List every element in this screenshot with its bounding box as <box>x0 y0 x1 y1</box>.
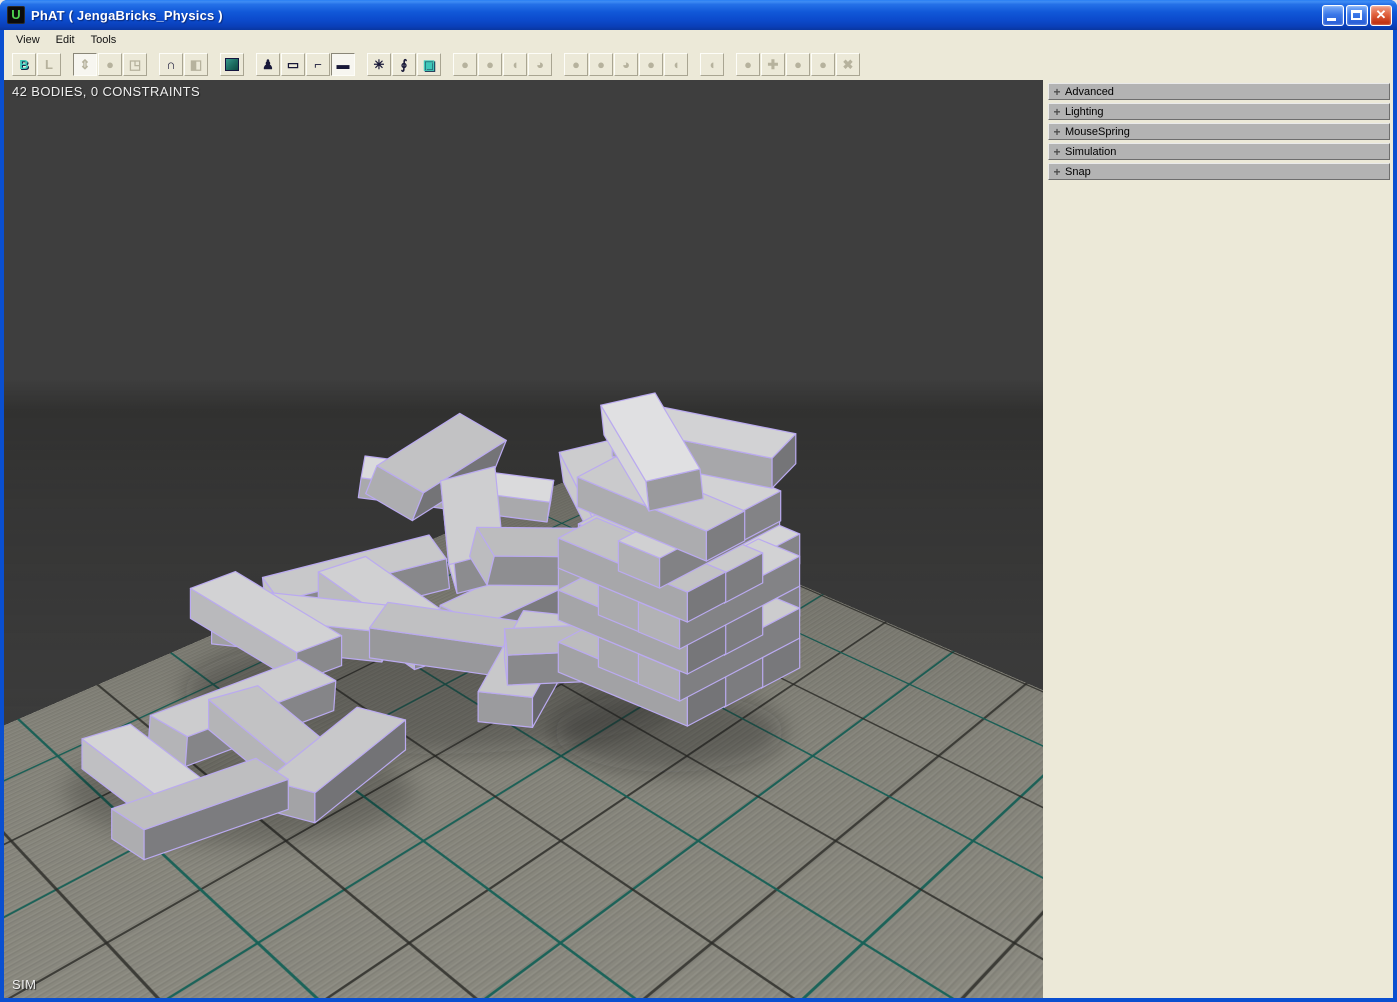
enable-collision-button[interactable]: ● <box>478 53 502 76</box>
convert-prismatic-icon: ● <box>794 58 802 71</box>
section-label: Advanced <box>1065 86 1114 98</box>
expand-icon[interactable]: + <box>1049 105 1065 119</box>
snap-constraint-button[interactable]: ✖ <box>836 53 860 76</box>
menu-tools[interactable]: Tools <box>83 32 125 48</box>
add-sphere-button[interactable]: ◕ <box>528 53 552 76</box>
convert-prismatic-button[interactable]: ● <box>786 53 810 76</box>
body-mode-icon: B <box>19 58 28 71</box>
snap-icon: ∩ <box>166 58 175 71</box>
draw-collision-button[interactable]: ▬ <box>331 53 355 76</box>
scale-icon: ◳ <box>129 58 141 71</box>
copy-properties-button[interactable]: ◧ <box>184 53 208 76</box>
section-header-lighting[interactable]: +Lighting <box>1048 103 1390 120</box>
properties-panel: +Advanced+Lighting+MouseSpring+Simulatio… <box>1046 80 1393 998</box>
scale-primitive-button[interactable]: ◖ <box>664 53 688 76</box>
add-sphyl-button[interactable]: ● <box>564 53 588 76</box>
expand-icon[interactable]: + <box>1049 165 1065 179</box>
menu-view[interactable]: View <box>8 32 48 48</box>
toolbar: B L ⇕ ● ◳ ∩ ◧ ♟ ▭ ⌐ ▬ ✳ ∮ ▣ ● ● ◖ ◕ ● ● ◕ ● ◖ ◖ ● ✚ ● ● ✖ <box>4 49 1393 80</box>
disable-collision-icon: ● <box>461 58 469 71</box>
show-com-icon: ▣ <box>423 58 435 71</box>
title-bar[interactable]: U PhAT ( JengaBricks_Physics ) ✕ <box>0 0 1397 30</box>
expand-icon[interactable]: + <box>1049 85 1065 99</box>
translate-icon: ⇕ <box>80 58 91 71</box>
show-influences-icon: ✳ <box>374 58 385 71</box>
window-title: PhAT ( JengaBricks_Physics ) <box>31 8 223 23</box>
snap-constraint-icon: ✖ <box>843 58 854 71</box>
phat-window: U PhAT ( JengaBricks_Physics ) ✕ ViewEdi… <box>0 0 1397 1002</box>
maximize-button[interactable] <box>1346 5 1368 26</box>
simulate-icon <box>225 58 239 71</box>
draw-wireframe-icon: ▭ <box>287 58 299 71</box>
translate-button[interactable]: ⇕ <box>73 53 97 76</box>
rotate-button[interactable]: ● <box>98 53 122 76</box>
expand-icon[interactable]: + <box>1049 145 1065 159</box>
body-mode-button[interactable]: B <box>12 53 36 76</box>
draw-wireframe-button[interactable]: ▭ <box>281 53 305 76</box>
sim-status-label: SIM <box>12 977 36 992</box>
simulate-button[interactable] <box>220 53 244 76</box>
viewport-3d[interactable]: 42 BODIES, 0 CONSTRAINTS SIM <box>4 80 1043 998</box>
unrealed-logo-icon: U <box>7 6 25 24</box>
menu-bar: ViewEditTools <box>4 30 1393 49</box>
show-com-button[interactable]: ▣ <box>417 53 441 76</box>
convert-skeletal-button[interactable]: ● <box>811 53 835 76</box>
maximize-icon <box>1351 10 1362 20</box>
disable-collision-button[interactable]: ● <box>453 53 477 76</box>
duplicate-primitive-icon: ◕ <box>622 58 630 71</box>
convert-bsjoint-icon: ● <box>744 58 752 71</box>
expand-icon[interactable]: + <box>1049 125 1065 139</box>
convert-bsjoint-button[interactable]: ● <box>736 53 760 76</box>
section-label: Simulation <box>1065 146 1116 158</box>
section-header-snap[interactable]: +Snap <box>1048 163 1390 180</box>
scale-primitive-icon: ◖ <box>672 58 680 71</box>
menu-edit[interactable]: Edit <box>48 32 83 48</box>
draw-collision-icon: ▬ <box>337 58 350 71</box>
convert-skeletal-icon: ● <box>819 58 827 71</box>
reset-constraint-icon: ◖ <box>708 58 716 71</box>
constraint-mode-icon: L <box>45 58 53 71</box>
section-label: Lighting <box>1065 106 1104 118</box>
convert-hinge-button[interactable]: ✚ <box>761 53 785 76</box>
section-label: MouseSpring <box>1065 126 1130 138</box>
section-header-simulation[interactable]: +Simulation <box>1048 143 1390 160</box>
delete-primitive-icon: ● <box>647 58 655 71</box>
add-box-icon: ● <box>597 58 605 71</box>
minimize-icon <box>1327 18 1336 21</box>
add-sphyl-icon: ● <box>572 58 580 71</box>
draw-constraints-button[interactable]: ⌐ <box>306 53 330 76</box>
close-button[interactable]: ✕ <box>1370 5 1392 26</box>
delete-primitive-button[interactable]: ● <box>639 53 663 76</box>
bodies-constraints-count: 42 BODIES, 0 CONSTRAINTS <box>12 84 200 99</box>
constraint-mode-button[interactable]: L <box>37 53 61 76</box>
weld-bodies-button[interactable]: ◖ <box>503 53 527 76</box>
minimize-button[interactable] <box>1322 5 1344 26</box>
duplicate-primitive-button[interactable]: ◕ <box>614 53 638 76</box>
copy-properties-icon: ◧ <box>190 58 202 71</box>
section-label: Snap <box>1065 166 1091 178</box>
draw-skeleton-button[interactable]: ♟ <box>256 53 280 76</box>
section-header-mousespring[interactable]: +MouseSpring <box>1048 123 1390 140</box>
add-sphere-icon: ◕ <box>536 58 544 71</box>
weld-bodies-icon: ◖ <box>511 58 519 71</box>
enable-collision-icon: ● <box>486 58 494 71</box>
reset-constraint-button[interactable]: ◖ <box>700 53 724 76</box>
show-influences-button[interactable]: ✳ <box>367 53 391 76</box>
draw-constraints-icon: ⌐ <box>314 58 322 71</box>
show-mass-button[interactable]: ∮ <box>392 53 416 76</box>
draw-skeleton-icon: ♟ <box>262 58 274 71</box>
add-box-button[interactable]: ● <box>589 53 613 76</box>
jenga-bricks-scene <box>4 80 1043 998</box>
rotate-icon: ● <box>106 58 114 71</box>
snap-button[interactable]: ∩ <box>159 53 183 76</box>
show-mass-icon: ∮ <box>401 58 408 71</box>
close-icon: ✕ <box>1371 7 1391 23</box>
scale-button[interactable]: ◳ <box>123 53 147 76</box>
section-header-advanced[interactable]: +Advanced <box>1048 83 1390 100</box>
convert-hinge-icon: ✚ <box>768 58 779 71</box>
